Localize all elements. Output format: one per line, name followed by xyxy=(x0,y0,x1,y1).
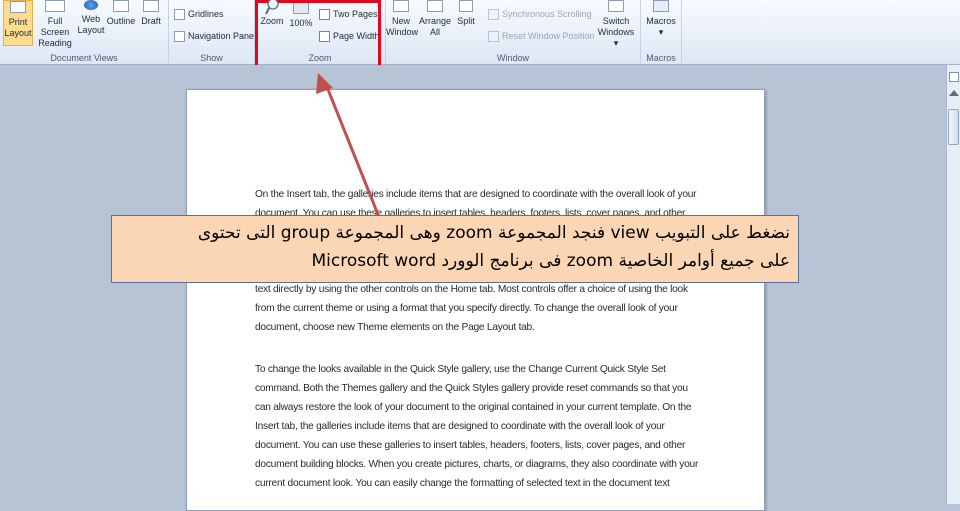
callout-line-2: على جميع أوامر الخاصية zoom فى برنامج ال… xyxy=(311,251,791,271)
callout-line-1: نضغط على التبويب view فنجد المجموعة zoom… xyxy=(197,223,790,243)
arrow-shaft xyxy=(323,81,387,233)
magnifier-icon-drawing xyxy=(265,0,279,15)
instruction-callout: نضغط على التبويب view فنجد المجموعة zoom… xyxy=(111,215,799,283)
arrow-head xyxy=(316,73,333,94)
